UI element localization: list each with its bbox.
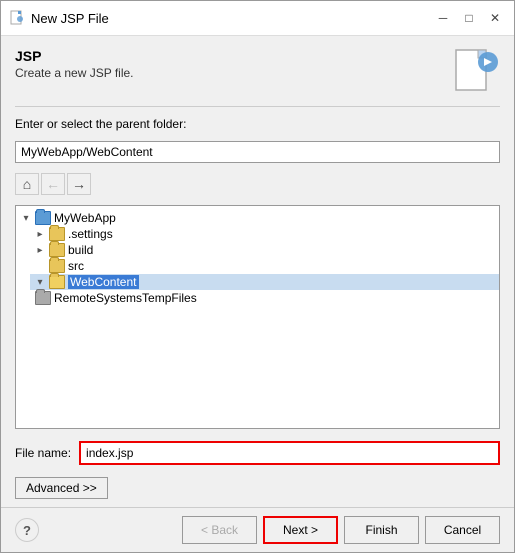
tree-item-settings[interactable]: ▸ .settings <box>30 226 499 242</box>
folder-tree[interactable]: ▾ MyWebApp ▸ .settings ▸ build src <box>15 205 500 429</box>
footer-buttons: < Back Next > Finish Cancel <box>182 516 500 544</box>
tree-label-build: build <box>68 243 93 257</box>
toggle-settings[interactable]: ▸ <box>34 228 46 240</box>
toggle-remote <box>20 292 32 304</box>
folder-icon-src <box>49 259 65 273</box>
title-bar-left: New JSP File <box>9 10 109 26</box>
title-bar: New JSP File ─ □ ✕ <box>1 1 514 36</box>
file-name-label: File name: <box>15 446 71 460</box>
folder-input[interactable] <box>15 141 500 163</box>
help-button[interactable]: ? <box>15 518 39 542</box>
title-bar-controls: ─ □ ✕ <box>432 7 506 29</box>
advanced-button[interactable]: Advanced >> <box>15 477 108 499</box>
file-name-row: File name: <box>15 441 500 465</box>
maximize-button[interactable]: □ <box>458 7 480 29</box>
back-button[interactable]: < Back <box>182 516 257 544</box>
header-icon <box>452 48 500 96</box>
tree-label-remote: RemoteSystemsTempFiles <box>54 291 197 305</box>
folder-icon-build <box>49 243 65 257</box>
window-title: New JSP File <box>31 11 109 26</box>
tree-label-settings: .settings <box>68 227 113 241</box>
folder-label: Enter or select the parent folder: <box>15 117 500 131</box>
back-button[interactable]: ← <box>41 173 65 195</box>
dialog-content: JSP Create a new JSP file. Enter or sele… <box>1 36 514 507</box>
folder-icon-settings <box>49 227 65 241</box>
home-button[interactable]: ⌂ <box>15 173 39 195</box>
finish-button[interactable]: Finish <box>344 516 419 544</box>
minimize-button[interactable]: ─ <box>432 7 454 29</box>
folder-icon-webcontent <box>49 275 65 289</box>
folder-icon-remote <box>35 291 51 305</box>
header-divider <box>15 106 500 107</box>
jsp-file-icon <box>454 48 498 96</box>
main-window: New JSP File ─ □ ✕ JSP Create a new JSP … <box>0 0 515 553</box>
close-button[interactable]: ✕ <box>484 7 506 29</box>
window-icon <box>9 10 25 26</box>
tree-item-webcontent[interactable]: ▾ WebContent <box>30 274 499 290</box>
tree-label-webcontent: WebContent <box>68 275 139 289</box>
forward-button[interactable]: → <box>67 173 91 195</box>
toggle-webcontent[interactable]: ▾ <box>34 276 46 288</box>
folder-toolbar: ⌂ ← → <box>15 171 500 197</box>
header-text: JSP Create a new JSP file. <box>15 48 134 80</box>
toggle-mywebapp[interactable]: ▾ <box>20 212 32 224</box>
file-name-input[interactable] <box>79 441 500 465</box>
folder-icon-mywebapp <box>35 211 51 225</box>
toggle-src <box>34 260 46 272</box>
tree-item-remote[interactable]: RemoteSystemsTempFiles <box>16 290 499 306</box>
cancel-button[interactable]: Cancel <box>425 516 500 544</box>
tree-item-build[interactable]: ▸ build <box>30 242 499 258</box>
dialog-footer: ? < Back Next > Finish Cancel <box>1 507 514 552</box>
tree-item-mywebapp[interactable]: ▾ MyWebApp <box>16 210 499 226</box>
toggle-build[interactable]: ▸ <box>34 244 46 256</box>
page-subtitle: Create a new JSP file. <box>15 66 134 80</box>
next-button[interactable]: Next > <box>263 516 338 544</box>
tree-label-mywebapp: MyWebApp <box>54 211 116 225</box>
page-title: JSP <box>15 48 134 64</box>
tree-label-src: src <box>68 259 84 273</box>
header-section: JSP Create a new JSP file. <box>15 48 500 96</box>
tree-item-src[interactable]: src <box>30 258 499 274</box>
